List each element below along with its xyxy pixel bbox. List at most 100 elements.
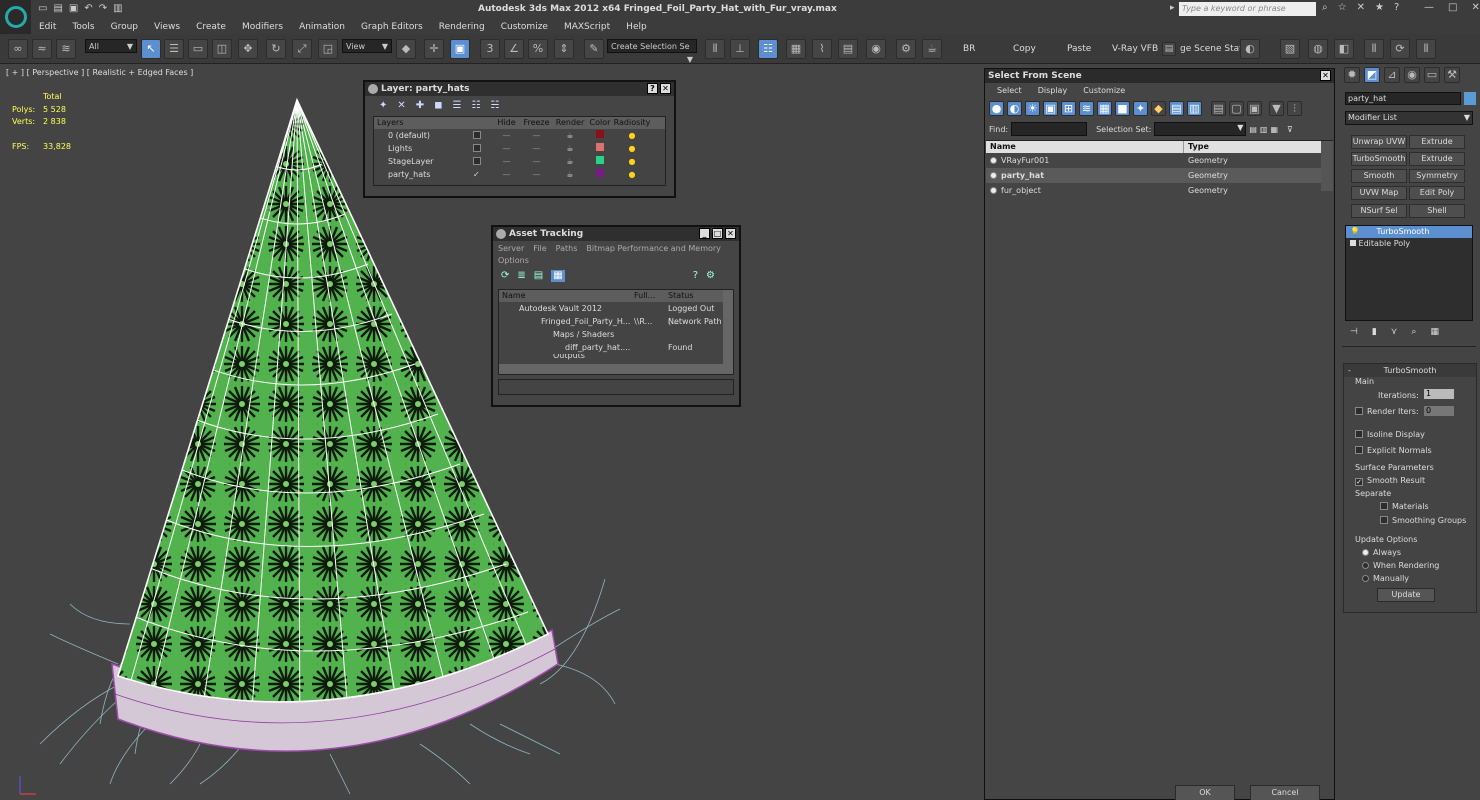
scene-states-button[interactable]: ge Scene Stat [1180,44,1243,54]
groups-filter-icon[interactable]: ▦ [1097,101,1112,116]
undo-icon[interactable]: ↶ [84,3,92,14]
close-icon[interactable]: ✕ [725,228,736,239]
object-row[interactable]: VRayFur001 Geometry [986,153,1333,168]
snaps-toggle-icon[interactable]: 3 [480,39,500,59]
copy-button[interactable]: Copy [1013,44,1036,54]
materials-row[interactable]: Materials [1380,502,1429,511]
menu-server[interactable]: Server [498,244,524,253]
unlink-icon[interactable]: ≈ [32,39,52,59]
menu-create[interactable]: Create [188,22,234,32]
asset-row[interactable]: diff_party_hat.... Found [499,341,733,354]
shell-button[interactable]: Shell [1409,204,1465,218]
horizontal-scrollbar[interactable] [499,364,733,374]
select-invert-icon[interactable]: ▣ [1247,101,1262,116]
render-iters-checkbox[interactable] [1355,407,1363,415]
ok-button[interactable]: OK [1175,785,1235,800]
thumbnail-icon[interactable]: ▤ [534,270,543,282]
tool-b-icon[interactable]: ◍ [1308,39,1328,59]
minimize-icon[interactable]: _ [699,228,710,239]
menu-animation[interactable]: Animation [291,22,353,32]
selection-filter-dropdown[interactable]: All ▼ [85,39,137,53]
edit-poly-button[interactable]: Edit Poly [1409,186,1465,200]
layer-color-swatch[interactable] [596,156,604,164]
tool-a-icon[interactable]: ▧ [1280,39,1300,59]
render-teapot-icon[interactable]: ☕ [553,168,587,181]
freeze-toggle[interactable]: — [520,168,553,181]
close-icon[interactable]: ✕ [660,83,671,94]
help-icon[interactable]: ? [647,83,658,94]
xrefs-filter-icon[interactable]: ■ [1115,101,1130,116]
none-filter-icon[interactable]: ▤ [1169,101,1184,116]
current-layer-checkbox[interactable] [473,144,481,152]
layer-window-titlebar[interactable]: Layer: party_hats ? ✕ [365,82,674,96]
col-render[interactable]: Render [553,117,587,129]
radiosity-icon[interactable]: ● [613,142,651,155]
col-freeze[interactable]: Freeze [520,117,553,129]
select-object-icon[interactable]: ↖ [141,39,161,59]
favorites-icon[interactable]: ★ [1375,2,1384,13]
remove-modifier-icon[interactable]: ⌕ [1411,327,1416,337]
menu-edit[interactable]: Edit [31,22,64,32]
isoline-row[interactable]: Isoline Display [1355,430,1425,439]
render-iters-value[interactable]: 0 [1424,406,1454,416]
tool-e-icon[interactable]: ⟳ [1390,39,1410,59]
create-layer-icon[interactable]: ✦ [379,100,387,112]
smoothing-groups-checkbox[interactable] [1380,516,1388,524]
hide-toggle[interactable]: — [493,129,520,142]
col-name[interactable]: Name [986,141,1184,153]
help-icon[interactable]: ? [1394,2,1399,13]
unwrap-uvw-button[interactable]: Unwrap UVW [1351,135,1407,149]
link-icon[interactable]: ∞ [8,39,28,59]
close-icon[interactable]: ✕ [1320,70,1331,81]
menu-select[interactable]: Select [997,86,1022,95]
extrude-button[interactable]: Extrude [1409,135,1465,149]
schematic-view-icon[interactable]: ▤ [838,39,858,59]
turbosmooth-button[interactable]: TurboSmooth [1351,152,1407,166]
select-rotate-icon[interactable]: ↻ [266,39,286,59]
pin-stack-icon[interactable]: ⊣ [1350,327,1358,337]
render-teapot-icon[interactable]: ☕ [553,155,587,168]
menu-display[interactable]: Display [1038,86,1068,95]
table-view-icon[interactable]: ▦ [551,270,565,282]
hierarchy-tab-icon[interactable]: ⊿ [1384,67,1400,83]
object-row-selected[interactable]: party_hat Geometry [986,168,1333,183]
asset-row[interactable]: Maps / Shaders [499,328,733,341]
binoculars-icon[interactable]: ⌕ [1322,2,1328,13]
smoothing-groups-row[interactable]: Smoothing Groups [1380,516,1466,525]
col-name[interactable]: Name [499,290,634,302]
refresh-icon[interactable]: ⟳ [501,270,509,282]
make-unique-icon[interactable]: ⋎ [1391,327,1398,337]
cancel-button[interactable]: Cancel [1250,785,1320,800]
stack-item-selected[interactable]: 💡 TurboSmooth [1346,226,1472,238]
align-icon[interactable]: ⊥ [730,39,750,59]
help-icon[interactable]: ? [693,270,698,282]
when-rendering-radio[interactable] [1362,562,1369,569]
rect-selection-icon[interactable]: ▭ [188,39,208,59]
search-arrow-icon[interactable]: ▸ [1170,3,1175,13]
hide-toggle[interactable]: — [493,142,520,155]
layer-color-swatch[interactable] [596,130,604,138]
select-move-icon[interactable]: ✥ [238,39,258,59]
menu-group[interactable]: Group [103,22,146,32]
materials-checkbox[interactable] [1380,502,1388,510]
asset-row[interactable]: Fringed_Foil_Party_H... \\R... Network Pat… [499,315,733,328]
col-status[interactable]: Status [664,290,724,302]
vertical-scrollbar[interactable] [1321,141,1333,191]
create-tab-icon[interactable]: ✹ [1344,67,1360,83]
layer-row[interactable]: Lights — — ☕ ● [374,142,665,155]
isoline-checkbox[interactable] [1355,430,1363,438]
add-to-layer-icon[interactable]: ✚ [416,100,424,112]
vray-vfb-button[interactable]: V-Ray VFB [1112,44,1158,54]
save-icon[interactable]: ▣ [69,3,78,14]
render-iters-spinner[interactable]: 0 [1424,406,1454,417]
asset-tracking-titlebar[interactable]: Asset Tracking _ □ ✕ [493,227,739,241]
expand-icon[interactable]: ⊽ [1287,125,1293,134]
rollout-header[interactable]: - TurboSmooth [1344,364,1476,377]
modifier-list-dropdown[interactable]: Modifier List ▼ [1345,111,1473,125]
list-view-icon[interactable]: ≣ [517,270,525,282]
geometry-filter-icon[interactable]: ● [989,101,1004,116]
reference-coord-dropdown[interactable]: View ▼ [342,39,392,53]
app-logo[interactable] [0,0,31,34]
bones-filter-icon[interactable]: ✦ [1133,101,1148,116]
edit-named-selection-icon[interactable]: ✎ [584,39,604,59]
